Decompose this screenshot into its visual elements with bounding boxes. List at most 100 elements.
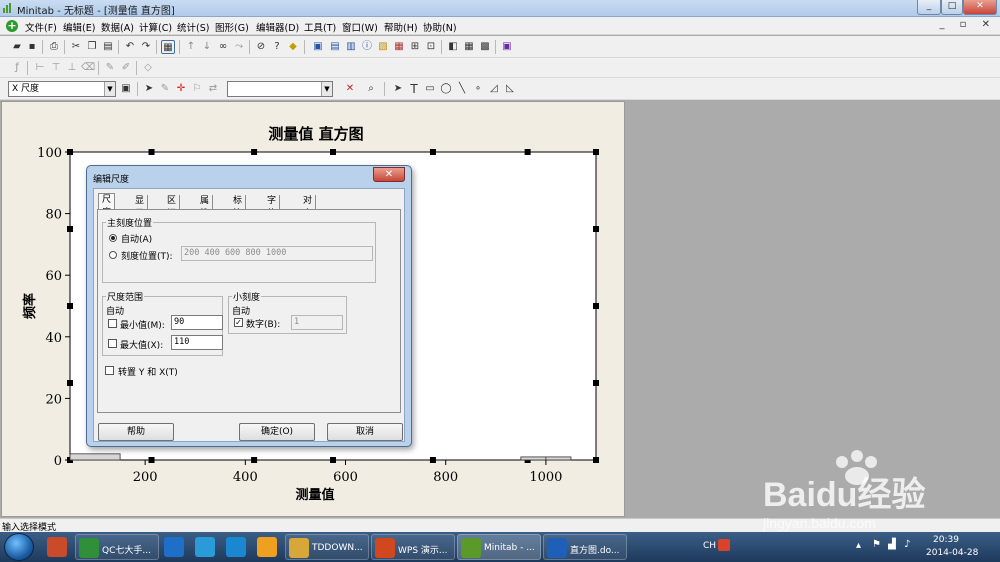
menu-editor[interactable]: 编辑器(D) — [256, 20, 299, 34]
zoom-icon[interactable]: ⌕ — [364, 82, 378, 96]
select-pointer-icon[interactable]: ➤ — [142, 82, 156, 96]
undo-icon[interactable]: ↶ — [123, 40, 137, 54]
selection-handle[interactable] — [251, 149, 258, 155]
max-value-input[interactable]: 110 — [171, 335, 223, 350]
taskbar-item[interactable]: WPS 演示... — [371, 534, 455, 560]
info-icon[interactable]: ⓘ — [360, 40, 374, 54]
assistant-icon[interactable]: ◆ — [286, 40, 300, 54]
related-icon[interactable]: ⊡ — [424, 40, 438, 54]
print-icon[interactable]: ⎙ — [47, 40, 61, 54]
cancel-icon[interactable]: ⊘ — [254, 40, 268, 54]
taskbar-item[interactable]: Minitab - ... — [457, 534, 541, 560]
histogram-bar[interactable] — [69, 453, 121, 461]
menu-edit[interactable]: 编辑(E) — [63, 20, 95, 34]
selection-handle[interactable] — [67, 226, 73, 232]
start-button[interactable] — [4, 533, 34, 561]
brush-icon[interactable]: ✎ — [103, 61, 117, 75]
volume-icon[interactable]: ♪ — [904, 539, 910, 550]
layout-icon[interactable]: ◧ — [446, 40, 460, 54]
selection-handle[interactable] — [429, 149, 436, 155]
swap-icon[interactable]: ⇄ — [206, 82, 220, 96]
tab-attributes[interactable]: 属性 — [197, 195, 214, 219]
selection-handle[interactable] — [593, 380, 599, 386]
paste-icon[interactable]: ▤ — [101, 40, 115, 54]
min-value-input[interactable]: 90 — [171, 315, 223, 330]
help-button[interactable]: 帮助 — [98, 423, 174, 441]
crosshair-icon[interactable]: ✛ — [174, 82, 188, 96]
table-icon[interactable]: ▦ — [462, 40, 476, 54]
insert-column-icon[interactable]: ⊤ — [49, 61, 63, 75]
rectangle-tool-icon[interactable]: ▭ — [423, 82, 437, 96]
selection-handle[interactable] — [593, 149, 599, 155]
save-icon[interactable]: ▪ — [25, 40, 39, 54]
taskbar-item[interactable] — [161, 534, 191, 560]
recall-dialog-icon[interactable]: ▦ — [161, 40, 175, 54]
selection-handle[interactable] — [148, 149, 155, 155]
radio-auto[interactable] — [109, 234, 117, 242]
help-icon[interactable]: ? — [270, 40, 284, 54]
plus-icon[interactable]: + — [6, 20, 18, 32]
taskbar-item[interactable] — [192, 534, 222, 560]
cut-icon[interactable]: ✂ — [69, 40, 83, 54]
tick-positions-field[interactable]: 200 400 600 800 1000 — [181, 246, 373, 261]
arrow-down-icon[interactable]: ↓ — [200, 40, 214, 54]
menu-stat[interactable]: 统计(S) — [177, 20, 209, 34]
selection-handle[interactable] — [593, 226, 599, 232]
histogram-bar[interactable] — [545, 456, 572, 461]
ellipse-tool-icon[interactable]: ◯ — [439, 82, 453, 96]
maximize-button[interactable]: □ — [941, 0, 963, 15]
menu-window[interactable]: 窗口(W) — [342, 20, 378, 34]
text-tool-icon[interactable]: T — [407, 82, 421, 96]
tray-expand-icon[interactable]: ▴ — [856, 540, 861, 551]
graph-item-select[interactable]: X 尺度 ▼ — [8, 81, 116, 97]
selection-handle[interactable] — [251, 457, 258, 463]
taskbar-item[interactable] — [44, 534, 74, 560]
menu-calc[interactable]: 计算(C) — [139, 20, 172, 34]
graphs-icon[interactable]: ▥ — [344, 40, 358, 54]
clear-icon[interactable]: ⌫ — [81, 61, 95, 75]
cancel-button[interactable]: 取消 — [327, 423, 403, 441]
input-method-icon[interactable] — [718, 539, 730, 551]
flag-tray-icon[interactable]: ⚑ — [872, 539, 881, 550]
tab-scale[interactable]: 尺度 — [98, 193, 116, 218]
selection-handle[interactable] — [67, 303, 73, 309]
tab-font[interactable]: 字体 — [264, 195, 281, 219]
selection-handle[interactable] — [330, 149, 336, 155]
tab-show[interactable]: 显示 — [132, 195, 149, 219]
taskbar-item[interactable]: QC七大手... — [75, 534, 159, 560]
project-icon[interactable]: ⊞ — [408, 40, 422, 54]
menu-help[interactable]: 帮助(H) — [384, 20, 418, 34]
find-next-icon[interactable]: ⤳ — [232, 40, 246, 54]
flag-icon[interactable]: ⚐ — [190, 82, 204, 96]
line-tool-icon[interactable]: ╲ — [455, 82, 469, 96]
selection-handle[interactable] — [593, 457, 599, 463]
minimize-button[interactable]: _ — [917, 0, 941, 15]
worksheet-icon[interactable]: ▤ — [328, 40, 342, 54]
tab-interval[interactable]: 区间 — [164, 195, 181, 219]
insert-row-icon[interactable]: ⊢ — [33, 61, 47, 75]
min-checkbox[interactable] — [108, 319, 117, 328]
selection-handle[interactable] — [593, 303, 599, 309]
selection-handle[interactable] — [524, 149, 531, 155]
language-indicator[interactable]: CH — [703, 541, 716, 551]
clock-time[interactable]: 20:39 — [933, 535, 959, 545]
menu-assist[interactable]: 协助(N) — [423, 20, 457, 34]
polyline-tool-icon[interactable]: ◺ — [503, 82, 517, 96]
minor-number-field[interactable]: 1 — [291, 315, 343, 330]
minor-number-checkbox[interactable]: ✓ — [234, 318, 243, 327]
taskbar-item[interactable] — [223, 534, 253, 560]
empty-select[interactable]: ▼ — [227, 81, 333, 97]
history-icon[interactable]: ▧ — [376, 40, 390, 54]
formula-icon[interactable]: ƒ — [10, 61, 24, 75]
menu-graph[interactable]: 图形(G) — [215, 20, 249, 34]
pointer-tool-icon[interactable]: ➤ — [391, 82, 405, 96]
redo-icon[interactable]: ↷ — [139, 40, 153, 54]
selection-handle[interactable] — [67, 380, 73, 386]
menu-file[interactable]: 文件(F) — [25, 20, 57, 34]
radio-tick-positions[interactable] — [109, 251, 117, 259]
brush-tool-icon[interactable]: ✎ — [158, 82, 172, 96]
delete-icon[interactable]: ⊥ — [65, 61, 79, 75]
taskbar-item[interactable] — [254, 534, 284, 560]
taskbar-item[interactable]: 直方图.do... — [543, 534, 627, 560]
eraser-icon[interactable]: ◇ — [141, 61, 155, 75]
